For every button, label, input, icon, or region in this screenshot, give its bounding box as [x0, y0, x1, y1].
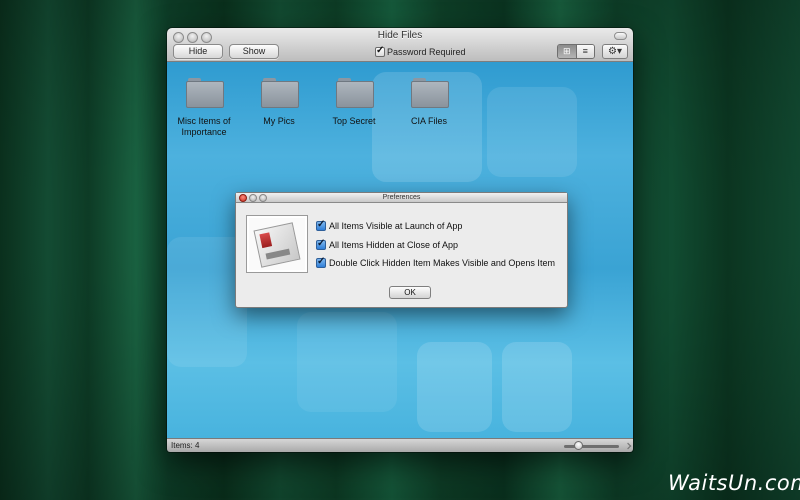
app-icon-well	[246, 215, 308, 273]
folder-label: My Pics	[263, 116, 295, 126]
preferences-titlebar[interactable]: Preferences	[236, 193, 567, 203]
toolbar-toggle-button[interactable]	[614, 32, 627, 40]
double-click-checkbox[interactable]	[316, 256, 326, 268]
folder-label: CIA Files	[410, 116, 447, 126]
folder-icon	[186, 78, 224, 108]
folder-item[interactable]: My Pics	[239, 78, 319, 127]
icon-size-slider-knob[interactable]	[574, 441, 583, 450]
hide-button[interactable]: Hide	[173, 44, 223, 59]
preferences-title: Preferences	[382, 194, 421, 201]
show-button[interactable]: Show	[229, 44, 279, 59]
background-tile	[487, 87, 577, 177]
folder-icon	[411, 78, 449, 108]
window-titlebar[interactable]: Hide Files Hide Show Password Required ⊞…	[167, 28, 633, 62]
folder-item[interactable]: Misc Items of Importance	[167, 78, 244, 138]
gear-icon: ⚙▾	[608, 46, 622, 57]
folder-label: Misc Items of Importance	[177, 116, 231, 137]
close-hidden-checkbox[interactable]	[316, 238, 326, 250]
watermark-logo: WaitsUn.com	[668, 471, 800, 495]
secret-document-icon	[253, 222, 301, 268]
launch-visible-label: All Items Visible at Launch of App	[329, 221, 463, 231]
launch-visible-checkbox[interactable]	[316, 219, 326, 231]
close-hidden-option[interactable]: All Items Hidden at Close of App	[316, 238, 459, 250]
view-mode-segmented-control[interactable]: ⊞ ≡	[557, 44, 595, 59]
folder-item[interactable]: Top Secret	[314, 78, 394, 127]
window-title: Hide Files	[377, 30, 423, 41]
password-required-checkbox[interactable]	[375, 45, 385, 57]
status-bar: Items: 4	[167, 438, 633, 452]
background-tile	[502, 342, 572, 432]
preferences-dialog: Preferences All Items Visible at Launch …	[235, 192, 568, 308]
gear-menu-button[interactable]: ⚙▾	[602, 44, 628, 59]
folder-icon	[261, 78, 299, 108]
double-click-label: Double Click Hidden Item Makes Visible a…	[329, 258, 555, 268]
background-tile	[417, 342, 492, 432]
items-count: Items: 4	[171, 441, 200, 450]
folder-item[interactable]: CIA Files	[389, 78, 469, 127]
double-click-option[interactable]: Double Click Hidden Item Makes Visible a…	[316, 256, 555, 268]
background-tile	[297, 312, 397, 412]
icon-size-slider[interactable]	[564, 445, 619, 448]
launch-visible-option[interactable]: All Items Visible at Launch of App	[316, 219, 463, 231]
password-required-option[interactable]: Password Required	[375, 45, 466, 59]
ok-button[interactable]: OK	[389, 286, 431, 299]
list-view-icon[interactable]: ≡	[576, 45, 594, 58]
password-required-label: Password Required	[387, 47, 466, 57]
grid-view-icon[interactable]: ⊞	[558, 45, 577, 58]
folder-label: Top Secret	[332, 116, 376, 126]
folder-icon	[336, 78, 374, 108]
close-hidden-label: All Items Hidden at Close of App	[329, 240, 459, 250]
resize-grip-icon[interactable]	[624, 442, 632, 450]
